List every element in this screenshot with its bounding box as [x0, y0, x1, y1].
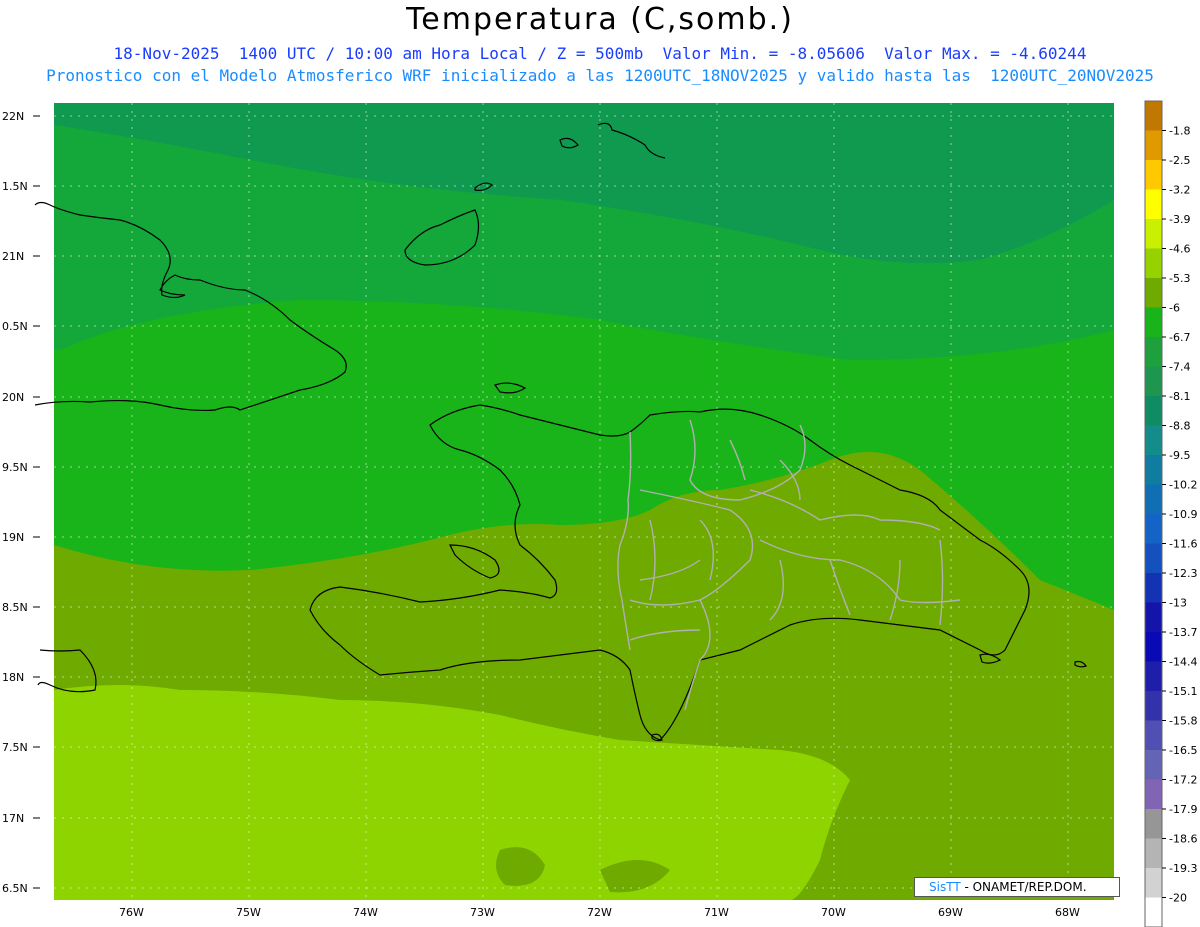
colorbar-label: -15.8	[1169, 715, 1197, 728]
colorbar-label: -15.1	[1169, 685, 1197, 698]
lat-label: 17N	[2, 812, 24, 825]
credit-box: SisTT - ONAMET/REP.DOM.	[914, 877, 1120, 897]
colorbar-swatch	[1145, 720, 1162, 750]
lon-label: 73W	[470, 906, 495, 919]
latitude-ticks	[33, 115, 40, 889]
lat-label: 9.5N	[2, 461, 28, 474]
colorbar-swatch	[1145, 101, 1162, 131]
lon-label: 71W	[704, 906, 729, 919]
colorbar-swatch	[1145, 278, 1162, 308]
colorbar-label: -3.9	[1169, 213, 1190, 226]
colorbar-swatch	[1145, 219, 1162, 249]
colorbar-swatch	[1145, 337, 1162, 367]
colorbar-label: -8.8	[1169, 420, 1190, 433]
colorbar-label: -17.2	[1169, 774, 1197, 787]
colorbar-swatch	[1145, 425, 1162, 455]
colorbar: -1.8 -2.5 -3.2 -3.9 -4.6 -5.3 -6 -6.7 -7.4 -8.1 -8…	[1144, 100, 1197, 927]
colorbar-label: -19.3	[1169, 862, 1197, 875]
map-area	[34, 103, 1114, 900]
colorbar-swatch	[1145, 396, 1162, 426]
colorbar-label: -3.2	[1169, 184, 1190, 197]
colorbar-swatch	[1145, 838, 1162, 868]
lat-label: 7.5N	[2, 741, 28, 754]
lat-label: 22N	[2, 110, 24, 123]
onamet-credit: - ONAMET/REP.DOM.	[960, 880, 1087, 894]
latitude-labels: 22N 1.5N 21N 0.5N 20N 9.5N 19N 8.5N 18N …	[2, 110, 28, 895]
colorbar-swatch	[1145, 602, 1162, 632]
colorbar-label: -13	[1169, 597, 1187, 610]
colorbar-swatch	[1145, 691, 1162, 721]
colorbar-label: -16.5	[1169, 744, 1197, 757]
colorbar-label: -17.9	[1169, 803, 1197, 816]
colorbar-label: -20	[1169, 892, 1187, 905]
lat-label: 19N	[2, 531, 24, 544]
lon-label: 76W	[119, 906, 144, 919]
colorbar-swatch	[1145, 484, 1162, 514]
colorbar-swatch	[1145, 130, 1162, 160]
lon-label: 70W	[821, 906, 846, 919]
colorbar-swatch	[1145, 573, 1162, 603]
colorbar-label: -6	[1169, 302, 1180, 315]
colorbar-label: -4.6	[1169, 243, 1190, 256]
colorbar-label: -2.5	[1169, 154, 1190, 167]
colorbar-swatch	[1145, 868, 1162, 898]
colorbar-label: -7.4	[1169, 361, 1190, 374]
lon-label: 72W	[587, 906, 612, 919]
colorbar-label: -6.7	[1169, 331, 1190, 344]
lon-label: 68W	[1055, 906, 1080, 919]
colorbar-swatch	[1145, 455, 1162, 485]
colorbar-swatch	[1145, 248, 1162, 278]
colorbar-swatch	[1145, 750, 1162, 780]
temperature-map: 22N 1.5N 21N 0.5N 20N 9.5N 19N 8.5N 18N …	[2, 100, 1197, 927]
lat-label: 8.5N	[2, 601, 28, 614]
colorbar-label: -10.9	[1169, 508, 1197, 521]
lat-label: 6.5N	[2, 882, 28, 895]
colorbar-swatch	[1145, 366, 1162, 396]
lon-label: 69W	[938, 906, 963, 919]
colorbar-swatch	[1145, 543, 1162, 573]
colorbar-label: -14.4	[1169, 656, 1197, 669]
colorbar-label: -10.2	[1169, 479, 1197, 492]
lon-label: 74W	[353, 906, 378, 919]
sistt-logo: SisTT	[929, 880, 961, 894]
lon-label: 75W	[236, 906, 261, 919]
colorbar-swatch	[1145, 661, 1162, 691]
colorbar-label: -12.3	[1169, 567, 1197, 580]
lat-label: 0.5N	[2, 320, 28, 333]
colorbar-label: -13.7	[1169, 626, 1197, 639]
colorbar-swatch	[1145, 897, 1162, 927]
lat-label: 18N	[2, 671, 24, 684]
colorbar-label: -1.8	[1169, 125, 1190, 138]
lat-label: 21N	[2, 250, 24, 263]
lat-label: 1.5N	[2, 180, 28, 193]
colorbar-swatch	[1145, 779, 1162, 809]
colorbar-swatch	[1145, 160, 1162, 190]
colorbar-label: -18.6	[1169, 833, 1197, 846]
colorbar-swatch	[1145, 307, 1162, 337]
colorbar-label: -8.1	[1169, 390, 1190, 403]
colorbar-label: -5.3	[1169, 272, 1190, 285]
colorbar-swatch	[1145, 189, 1162, 219]
colorbar-swatch	[1145, 514, 1162, 544]
colorbar-label: -9.5	[1169, 449, 1190, 462]
colorbar-label: -11.6	[1169, 538, 1197, 551]
colorbar-swatch	[1145, 809, 1162, 839]
longitude-labels: 76W 75W 74W 73W 72W 71W 70W 69W 68W	[119, 906, 1080, 919]
colorbar-swatch	[1145, 632, 1162, 662]
lat-label: 20N	[2, 391, 24, 404]
